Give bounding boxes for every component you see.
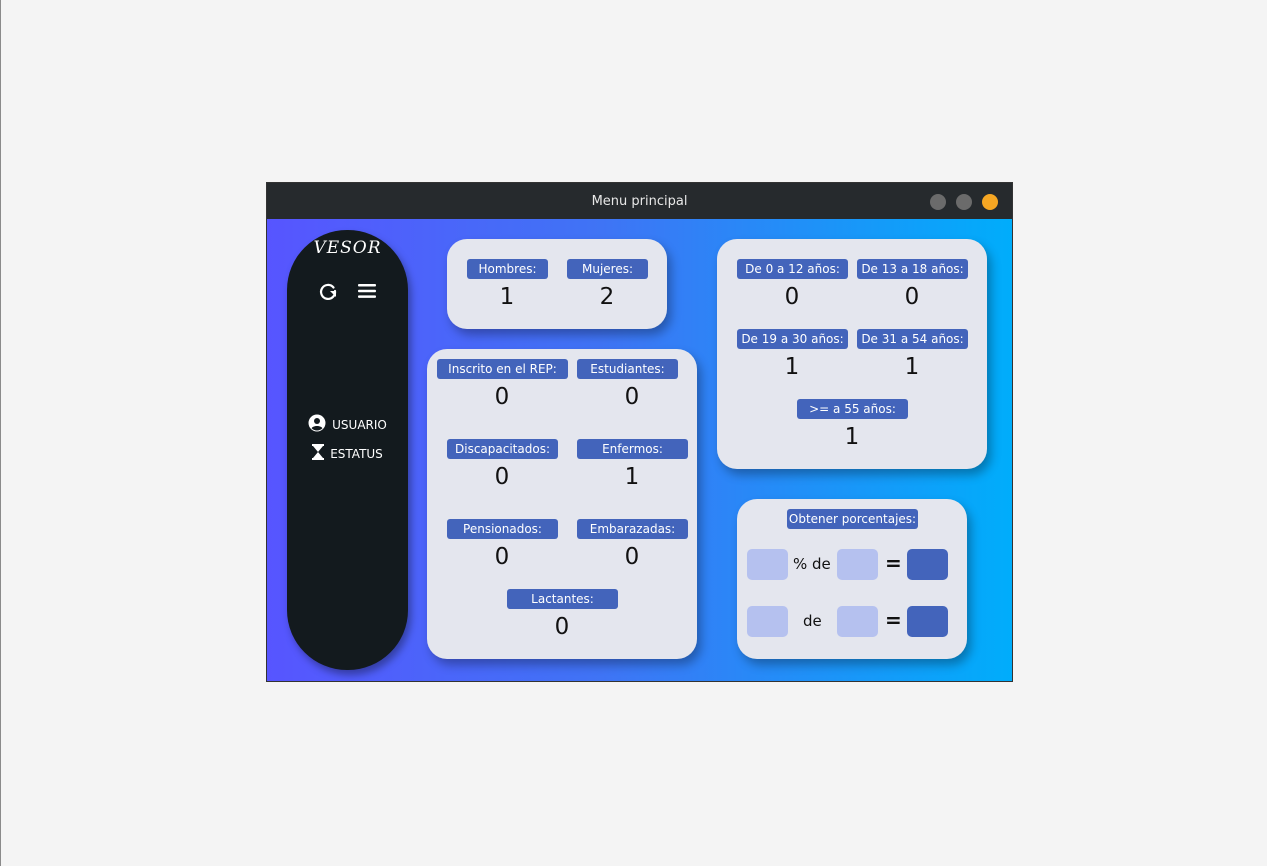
hombres-value: 1 [499, 284, 515, 310]
percentage-title: Obtener porcentajes: [787, 509, 918, 529]
window-title: Menu principal [591, 194, 688, 209]
percent-result-output [907, 549, 948, 580]
mujeres-value: 2 [599, 284, 615, 310]
age-31-54-label: De 31 a 54 años: [857, 329, 968, 349]
hamburger-menu-icon[interactable] [357, 281, 377, 301]
enfermos-value: 1 [624, 464, 640, 490]
sidebar-item-label: USUARIO [332, 417, 387, 432]
sidebar: VESOR USUARIO ESTATUS [287, 230, 408, 670]
percentage-card: Obtener porcentajes: % de = de = [737, 499, 967, 659]
part-input[interactable] [747, 606, 788, 637]
sidebar-item-label: ESTATUS [330, 446, 383, 461]
refresh-icon[interactable] [318, 281, 338, 301]
estudiantes-value: 0 [624, 384, 640, 410]
rep-label: Inscrito en el REP: [437, 359, 568, 379]
embarazadas-value: 0 [624, 544, 640, 570]
age-19-30-value: 1 [784, 354, 800, 380]
age-55-value: 1 [844, 424, 860, 450]
age-55-label: >= a 55 años: [797, 399, 908, 419]
sidebar-item-usuario[interactable]: USUARIO [287, 414, 408, 435]
screen-edge [0, 0, 1, 866]
stats-card: Inscrito en el REP: 0 Estudiantes: 0 Dis… [427, 349, 697, 659]
discapacitados-value: 0 [494, 464, 510, 490]
age-0-12-value: 0 [784, 284, 800, 310]
age-13-18-label: De 13 a 18 años: [857, 259, 968, 279]
age-0-12-label: De 0 a 12 años: [737, 259, 848, 279]
equals-sign: = [885, 608, 902, 632]
hourglass-icon [312, 444, 325, 463]
ages-card: De 0 a 12 años: 0 De 13 a 18 años: 0 De … [717, 239, 987, 469]
content-area: VESOR USUARIO ESTATUS Hombres: 1 Mujeres… [267, 219, 1012, 681]
percent-input[interactable] [747, 549, 788, 580]
sidebar-item-estatus[interactable]: ESTATUS [287, 444, 408, 463]
mujeres-label: Mujeres: [567, 259, 648, 279]
age-31-54-value: 1 [904, 354, 920, 380]
lactantes-value: 0 [554, 614, 570, 640]
maximize-button[interactable] [956, 194, 972, 210]
app-logo: VESOR [313, 238, 382, 258]
age-13-18-value: 0 [904, 284, 920, 310]
discapacitados-label: Discapacitados: [447, 439, 558, 459]
age-19-30-label: De 19 a 30 años: [737, 329, 848, 349]
enfermos-label: Enfermos: [577, 439, 688, 459]
close-button[interactable] [982, 194, 998, 210]
pensionados-value: 0 [494, 544, 510, 570]
equals-sign: = [885, 551, 902, 575]
total-input[interactable] [837, 606, 878, 637]
lactantes-label: Lactantes: [507, 589, 618, 609]
gender-card: Hombres: 1 Mujeres: 2 [447, 239, 667, 329]
rep-value: 0 [494, 384, 510, 410]
title-bar[interactable]: Menu principal [267, 183, 1012, 219]
main-window: Menu principal VESOR USUARIO ESTATUS Hom… [266, 182, 1013, 682]
hombres-label: Hombres: [467, 259, 548, 279]
pensionados-label: Pensionados: [447, 519, 558, 539]
estudiantes-label: Estudiantes: [577, 359, 678, 379]
minimize-button[interactable] [930, 194, 946, 210]
user-circle-icon [308, 414, 326, 435]
percent-base-input[interactable] [837, 549, 878, 580]
percent-of-result-output [907, 606, 948, 637]
of-text: de [803, 612, 822, 630]
embarazadas-label: Embarazadas: [577, 519, 688, 539]
percent-of-text: % de [793, 555, 831, 573]
